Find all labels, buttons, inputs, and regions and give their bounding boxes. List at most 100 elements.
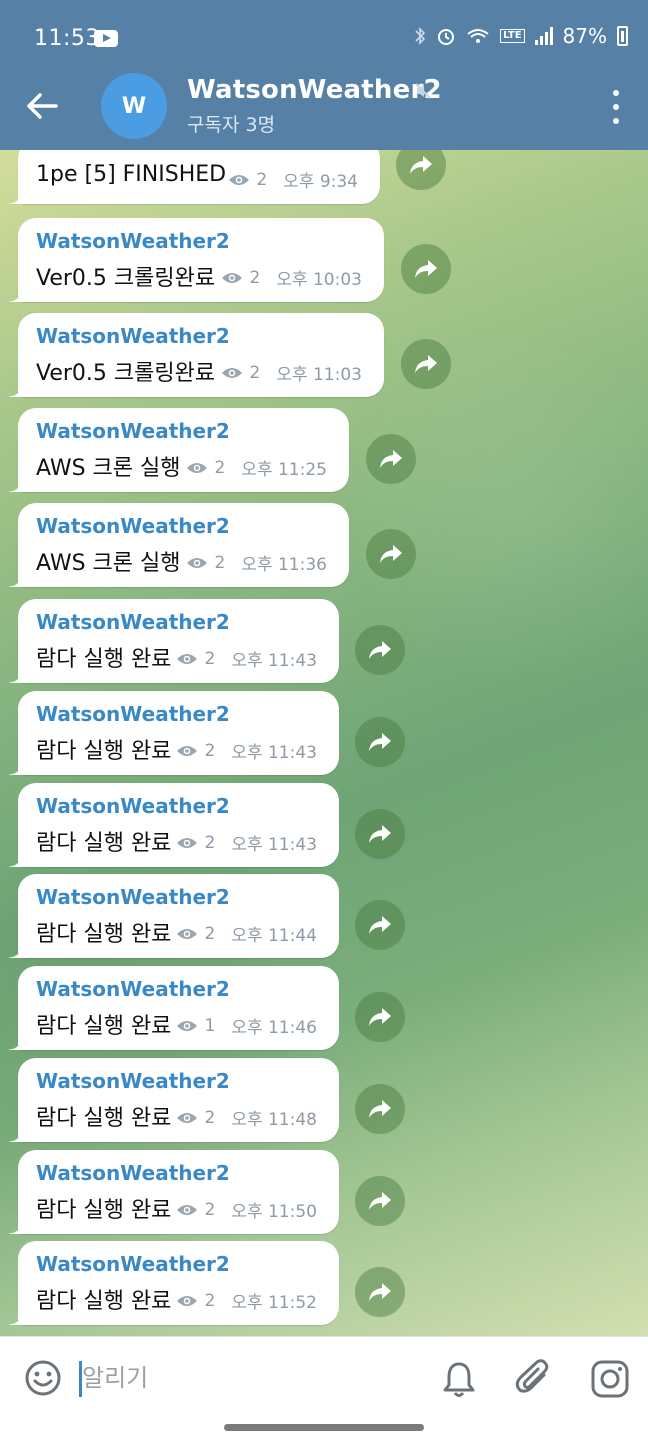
message-meta: 2 오후 11:52 <box>176 1288 317 1313</box>
chat-area[interactable]: WatsonWeather21pe [5] FINISHED2오후 9:34Wa… <box>0 150 648 1336</box>
message-time: 오후 11:48 <box>231 1110 317 1130</box>
eye-icon <box>177 1112 198 1123</box>
message-meta: 1 오후 11:46 <box>176 1013 317 1038</box>
message-text: Ver0.5 크롤링완료 <box>36 361 216 386</box>
message-time: 오후 11:43 <box>231 835 317 855</box>
forward-icon <box>380 450 402 468</box>
forward-button[interactable] <box>366 434 416 484</box>
message-meta: 2 오후 11:43 <box>176 646 317 671</box>
view-count: 2 <box>204 1290 216 1311</box>
forward-icon <box>369 916 391 934</box>
forward-button[interactable] <box>396 150 446 190</box>
forward-button[interactable] <box>355 717 405 767</box>
message-text: 람다 실행 완료 <box>36 739 172 764</box>
avatar[interactable]: W <box>101 73 167 139</box>
message-bubble[interactable]: WatsonWeather2 Ver0.5 크롤링완료 2 오후 11:03 <box>9 313 384 397</box>
bluetooth-icon <box>415 27 426 45</box>
forward-button[interactable] <box>355 1176 405 1226</box>
message-bubble[interactable]: WatsonWeather2 람다 실행 완료 2 오후 11:52 <box>9 1241 339 1325</box>
signal-icon <box>534 27 553 45</box>
message-meta: 2 오후 11:03 <box>221 360 362 385</box>
message-text: 람다 실행 완료 <box>36 1106 172 1131</box>
chat-subtitle: 구독자 3명 <box>187 114 276 136</box>
message-input[interactable] <box>82 1359 412 1397</box>
chat-title[interactable]: WatsonWeather2 <box>187 75 442 105</box>
forward-button[interactable] <box>355 1084 405 1134</box>
message-sender: WatsonWeather2 <box>36 324 230 348</box>
forward-button[interactable] <box>355 809 405 859</box>
battery-percent: 87% <box>562 24 607 48</box>
message-bubble[interactable]: WatsonWeather2 람다 실행 완료 2 오후 11:43 <box>9 783 339 867</box>
message-bubble[interactable]: WatsonWeather2 람다 실행 완료 1 오후 11:46 <box>9 966 339 1050</box>
eye-icon <box>177 837 198 848</box>
message-bubble[interactable]: WatsonWeather2 람다 실행 완료 2 오후 11:43 <box>9 599 339 683</box>
forward-button[interactable] <box>355 625 405 675</box>
forward-icon <box>380 545 402 563</box>
message-text: 람다 실행 완료 <box>36 1198 172 1223</box>
message-meta: 2 오후 11:25 <box>186 455 327 480</box>
view-count: 2 <box>204 648 216 669</box>
message-time: 오후 11:50 <box>231 1202 317 1222</box>
message-time: 오후 11:03 <box>276 365 362 385</box>
message-time: 오후 9:34 <box>283 172 358 192</box>
view-count: 2 <box>204 923 216 944</box>
forward-button[interactable] <box>366 529 416 579</box>
message-sender: WatsonWeather2 <box>36 1069 230 1093</box>
message-text: 람다 실행 완료 <box>36 1014 172 1039</box>
message-input-bar <box>0 1336 648 1418</box>
forward-icon <box>415 355 437 373</box>
view-count: 2 <box>214 457 226 478</box>
message-sender: WatsonWeather2 <box>36 885 230 909</box>
forward-button[interactable] <box>355 992 405 1042</box>
eye-icon <box>187 462 208 473</box>
message-bubble[interactable]: WatsonWeather2 람다 실행 완료 2 오후 11:50 <box>9 1150 339 1234</box>
network-type: LTE <box>500 29 525 43</box>
message-sender: WatsonWeather2 <box>36 150 230 152</box>
message-sender: WatsonWeather2 <box>36 419 230 443</box>
forward-button[interactable] <box>401 339 451 389</box>
message-bubble[interactable]: WatsonWeather2 1pe [5] FINISHED 2 오후 9:34 <box>9 150 380 204</box>
message-sender: WatsonWeather2 <box>36 514 230 538</box>
message-sender: WatsonWeather2 <box>36 794 230 818</box>
view-count: 2 <box>249 362 261 383</box>
forward-icon <box>369 1283 391 1301</box>
forward-icon <box>415 260 437 278</box>
camera-icon[interactable] <box>590 1359 630 1399</box>
status-time: 11:53 <box>34 26 100 51</box>
message-bubble[interactable]: WatsonWeather2 람다 실행 완료 2 오후 11:43 <box>9 691 339 775</box>
eye-icon <box>229 174 250 185</box>
message-time: 오후 11:44 <box>231 926 317 946</box>
message-text: 람다 실행 완료 <box>36 831 172 856</box>
forward-button[interactable] <box>355 1267 405 1317</box>
message-time: 오후 11:43 <box>231 651 317 671</box>
message-bubble[interactable]: WatsonWeather2 AWS 크론 실행 2 오후 11:25 <box>9 408 349 492</box>
forward-icon <box>369 733 391 751</box>
message-bubble[interactable]: WatsonWeather2 AWS 크론 실행 2 오후 11:36 <box>9 503 349 587</box>
forward-button[interactable] <box>401 244 451 294</box>
more-menu-button[interactable] <box>612 90 620 124</box>
home-handle[interactable] <box>224 1424 424 1431</box>
eye-icon <box>177 928 198 939</box>
message-bubble[interactable]: WatsonWeather2 람다 실행 완료 2 오후 11:44 <box>9 874 339 958</box>
message-bubble[interactable]: WatsonWeather2 람다 실행 완료 2 오후 11:48 <box>9 1058 339 1142</box>
message-meta: 2 오후 11:36 <box>186 550 327 575</box>
message-text: AWS 크론 실행 <box>36 551 181 576</box>
eye-icon <box>177 1295 198 1306</box>
message-meta: 2 오후 11:48 <box>176 1105 317 1130</box>
view-count: 2 <box>204 832 216 853</box>
message-text: 람다 실행 완료 <box>36 647 172 672</box>
eye-icon <box>222 272 243 283</box>
back-button[interactable] <box>22 86 66 126</box>
paperclip-icon[interactable] <box>514 1357 554 1399</box>
chat-header: W WatsonWeather2 구독자 3명 <box>0 66 648 150</box>
message-sender: WatsonWeather2 <box>36 229 230 253</box>
youtube-icon <box>94 30 118 47</box>
message-bubble[interactable]: WatsonWeather2 Ver0.5 크롤링완료 2 오후 10:03 <box>9 218 384 302</box>
eye-icon <box>177 1204 198 1215</box>
bell-icon[interactable] <box>440 1359 478 1399</box>
emoji-icon[interactable] <box>24 1359 62 1397</box>
status-icons: LTE 87% <box>414 24 628 48</box>
message-text: 람다 실행 완료 <box>36 1289 172 1314</box>
forward-button[interactable] <box>355 900 405 950</box>
alarm-icon <box>438 29 455 45</box>
